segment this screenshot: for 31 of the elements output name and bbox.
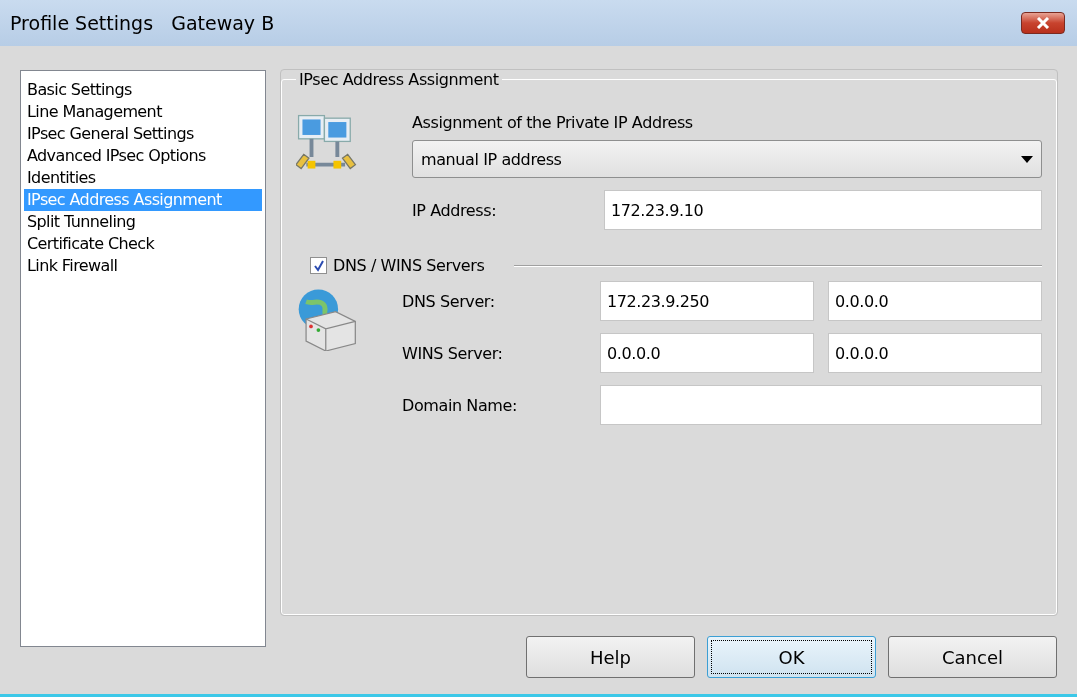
field-label: DNS Server: bbox=[402, 291, 496, 311]
assignment-dropdown[interactable]: manual IP address bbox=[412, 140, 1042, 178]
list-item[interactable]: Basic Settings bbox=[24, 79, 262, 101]
checkbox[interactable] bbox=[310, 257, 327, 274]
field-label: IP Address: bbox=[412, 200, 498, 220]
globe-server-icon bbox=[296, 287, 358, 351]
list-item[interactable]: Identities bbox=[24, 167, 262, 189]
list-item[interactable]: Advanced IPsec Options bbox=[24, 145, 262, 167]
close-button[interactable] bbox=[1021, 12, 1065, 34]
list-item[interactable]: IPsec General Settings bbox=[24, 123, 262, 145]
input-field[interactable]: 172.23.9.10 bbox=[604, 190, 1042, 230]
input-field[interactable]: 0.0.0.0 bbox=[600, 333, 814, 373]
window-title: Profile Settings Gateway B bbox=[10, 12, 275, 34]
input-field[interactable]: 172.23.9.250 bbox=[600, 281, 814, 321]
checkbox-label: DNS / WINS Servers bbox=[333, 256, 485, 275]
caret-icon bbox=[1021, 155, 1033, 163]
field-label: Domain Name: bbox=[402, 395, 518, 415]
field-label: WINS Server: bbox=[402, 343, 504, 363]
list-item[interactable]: Link Firewall bbox=[24, 255, 262, 277]
dialog-button[interactable]: Help bbox=[526, 636, 695, 678]
close-icon bbox=[1036, 17, 1050, 29]
list-item[interactable]: Split Tunneling bbox=[24, 211, 262, 233]
group-title: IPsec Address Assignment bbox=[298, 70, 500, 89]
input-field[interactable] bbox=[600, 385, 1042, 425]
list-item[interactable]: Certificate Check bbox=[24, 233, 262, 255]
input-field[interactable]: 0.0.0.0 bbox=[828, 333, 1042, 373]
field-label: Assignment of the Private IP Address bbox=[412, 113, 694, 132]
input-field[interactable]: 0.0.0.0 bbox=[828, 281, 1042, 321]
dialog-button[interactable]: OK bbox=[707, 636, 876, 678]
list-item[interactable]: Line Management bbox=[24, 101, 262, 123]
dialog-button[interactable]: Cancel bbox=[888, 636, 1057, 678]
